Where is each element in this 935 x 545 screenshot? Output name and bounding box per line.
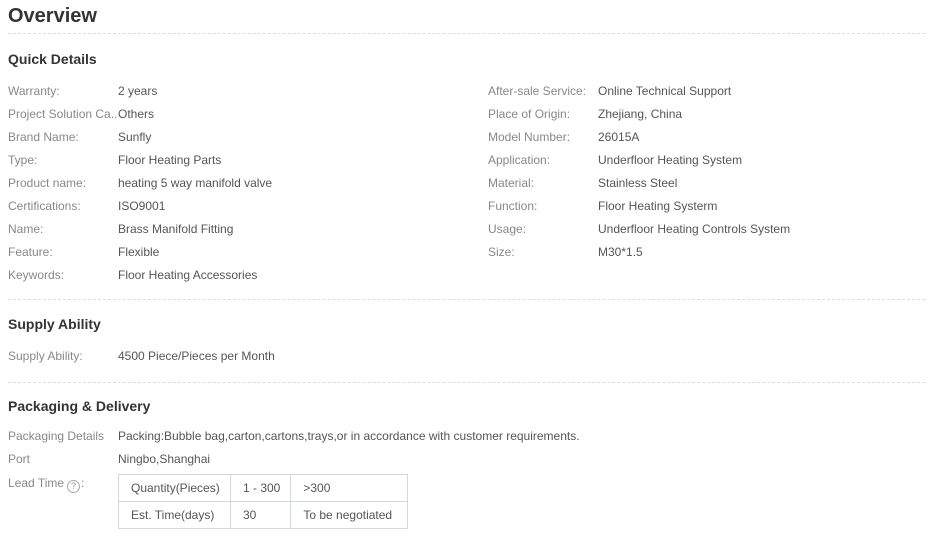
detail-row-size: Size: M30*1.5 — [488, 241, 925, 264]
lead-time-table: Quantity(Pieces) 1 - 300 >300 Est. Time(… — [118, 474, 408, 529]
detail-value: Brass Manifold Fitting — [118, 218, 233, 241]
product-overview-page: Overview Quick Details Warranty: 2 years… — [0, 3, 935, 529]
detail-label: Usage: — [488, 218, 598, 241]
detail-label: Function: — [488, 195, 598, 218]
detail-row-name: Name: Brass Manifold Fitting — [8, 218, 488, 241]
detail-value: Packing:Bubble bag,carton,cartons,trays,… — [118, 425, 580, 448]
detail-value: 2 years — [118, 80, 157, 103]
detail-value: Sunfly — [118, 126, 151, 149]
detail-label: Warranty: — [8, 80, 118, 103]
detail-row-place-of-origin: Place of Origin: Zhejiang, China — [488, 103, 925, 126]
detail-row-supply-ability: Supply Ability: 4500 Piece/Pieces per Mo… — [8, 345, 925, 368]
detail-label: Material: — [488, 172, 598, 195]
packaging-delivery-heading: Packaging & Delivery — [8, 398, 925, 414]
detail-value: Flexible — [118, 241, 159, 264]
quick-details-grid: Warranty: 2 years Project Solution Ca...… — [8, 80, 925, 287]
detail-value: 4500 Piece/Pieces per Month — [118, 345, 275, 368]
detail-label: Supply Ability: — [8, 345, 118, 368]
detail-label: Type: — [8, 149, 118, 172]
detail-row-certifications: Certifications: ISO9001 — [8, 195, 488, 218]
section-divider — [8, 33, 925, 34]
detail-value: Floor Heating Systerm — [598, 195, 717, 218]
detail-row-brand-name: Brand Name: Sunfly — [8, 126, 488, 149]
detail-row-material: Material: Stainless Steel — [488, 172, 925, 195]
detail-value: ISO9001 — [118, 195, 165, 218]
table-row: Est. Time(days) 30 To be negotiated — [119, 502, 408, 529]
lead-time-cell-quantity-header: Quantity(Pieces) — [119, 475, 231, 502]
lead-time-cell-time-2: To be negotiated — [291, 502, 408, 529]
detail-label: Keywords: — [8, 264, 118, 287]
lead-time-label: Lead Time?: — [8, 472, 118, 495]
detail-value: 26015A — [598, 126, 639, 149]
detail-row-packaging-details: Packaging Details Packing:Bubble bag,car… — [8, 425, 925, 448]
detail-value: M30*1.5 — [598, 241, 643, 264]
lead-time-cell-time-1: 30 — [231, 502, 291, 529]
lead-time-cell-time-header: Est. Time(days) — [119, 502, 231, 529]
quick-details-left-column: Warranty: 2 years Project Solution Ca...… — [8, 80, 488, 287]
table-row: Quantity(Pieces) 1 - 300 >300 — [119, 475, 408, 502]
detail-label: Brand Name: — [8, 126, 118, 149]
detail-value: Floor Heating Parts — [118, 149, 221, 172]
detail-value: Ningbo,Shanghai — [118, 448, 210, 471]
packaging-delivery-rows: Packaging Details Packing:Bubble bag,car… — [8, 425, 925, 529]
detail-label: Feature: — [8, 241, 118, 264]
detail-label: After-sale Service: — [488, 80, 598, 103]
detail-label: Project Solution Ca... — [8, 103, 118, 126]
detail-value: Others — [118, 103, 154, 126]
quick-details-right-column: After-sale Service: Online Technical Sup… — [488, 80, 925, 287]
detail-row-product-name: Product name: heating 5 way manifold val… — [8, 172, 488, 195]
detail-row-usage: Usage: Underfloor Heating Controls Syste… — [488, 218, 925, 241]
quick-details-heading: Quick Details — [8, 51, 925, 67]
detail-row-application: Application: Underfloor Heating System — [488, 149, 925, 172]
detail-label: Application: — [488, 149, 598, 172]
detail-value: Stainless Steel — [598, 172, 677, 195]
supply-ability-heading: Supply Ability — [8, 316, 925, 332]
detail-label: Model Number: — [488, 126, 598, 149]
detail-value: Floor Heating Accessories — [118, 264, 257, 287]
section-divider — [8, 299, 925, 300]
detail-row-type: Type: Floor Heating Parts — [8, 149, 488, 172]
help-icon[interactable]: ? — [67, 480, 80, 493]
detail-label: Size: — [488, 241, 598, 264]
page-title: Overview — [8, 3, 925, 29]
detail-value: Online Technical Support — [598, 80, 731, 103]
detail-row-keywords: Keywords: Floor Heating Accessories — [8, 264, 488, 287]
detail-row-lead-time: Lead Time?: Quantity(Pieces) 1 - 300 >30… — [8, 472, 925, 529]
detail-value: Zhejiang, China — [598, 103, 682, 126]
detail-label: Place of Origin: — [488, 103, 598, 126]
detail-row-feature: Feature: Flexible — [8, 241, 488, 264]
lead-time-colon: : — [81, 476, 84, 490]
lead-time-label-text: Lead Time — [8, 476, 64, 490]
detail-row-model-number: Model Number: 26015A — [488, 126, 925, 149]
detail-label: Port — [8, 448, 118, 471]
detail-row-port: Port Ningbo,Shanghai — [8, 448, 925, 471]
lead-time-cell-range-2: >300 — [291, 475, 408, 502]
detail-value: Underfloor Heating System — [598, 149, 742, 172]
detail-label: Product name: — [8, 172, 118, 195]
detail-label: Packaging Details — [8, 425, 118, 448]
detail-value: heating 5 way manifold valve — [118, 172, 272, 195]
detail-row-after-sale-service: After-sale Service: Online Technical Sup… — [488, 80, 925, 103]
detail-label: Certifications: — [8, 195, 118, 218]
detail-label: Name: — [8, 218, 118, 241]
detail-row-warranty: Warranty: 2 years — [8, 80, 488, 103]
detail-row-function: Function: Floor Heating Systerm — [488, 195, 925, 218]
lead-time-cell-range-1: 1 - 300 — [231, 475, 291, 502]
section-divider — [8, 382, 925, 383]
detail-row-project-solution: Project Solution Ca... Others — [8, 103, 488, 126]
detail-value: Underfloor Heating Controls System — [598, 218, 790, 241]
